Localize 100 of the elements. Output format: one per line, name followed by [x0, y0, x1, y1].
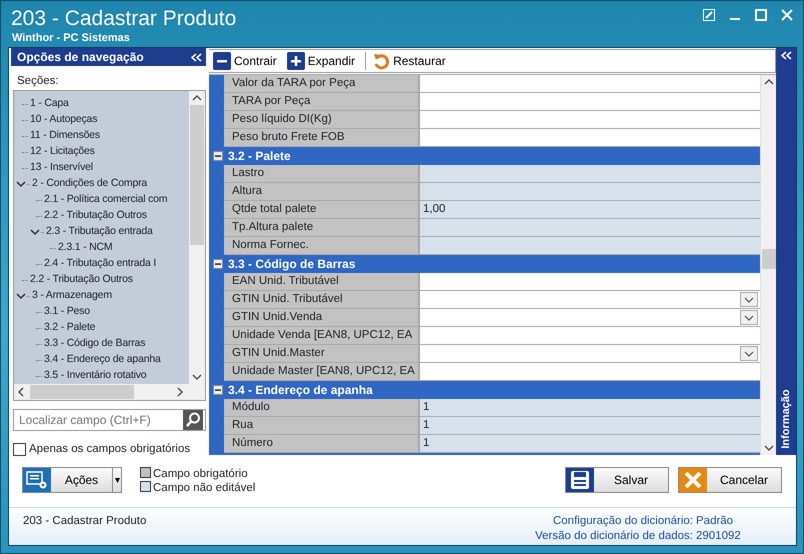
field-label: GTIN Unid.Master	[224, 345, 420, 362]
dropdown-icon[interactable]	[744, 296, 754, 302]
expand-icon	[286, 52, 305, 70]
caret-icon	[114, 478, 120, 482]
info-panel[interactable]: Informação	[776, 48, 796, 455]
tree-item[interactable]: 3.2 - Palete	[44, 320, 96, 336]
field-value[interactable]	[420, 165, 760, 182]
expanded-icon[interactable]	[16, 292, 26, 300]
field-value[interactable]	[420, 75, 760, 92]
legend-label: Campo não editável	[153, 482, 256, 494]
maximize-icon[interactable]	[755, 9, 767, 21]
cancel-button[interactable]: Cancelar	[678, 467, 782, 493]
tree-item[interactable]: 12 - Licitações	[30, 144, 95, 160]
field-value[interactable]	[420, 309, 760, 326]
expand-button[interactable]: Expandir	[286, 52, 360, 70]
scrollbar-thumb[interactable]	[762, 249, 776, 269]
field-label: Unidade Master [EAN8, UPC12, EA	[224, 363, 420, 380]
window-title: 203 - Cadastrar Produto	[10, 6, 236, 31]
field-label: Norma Fornec.	[224, 237, 420, 254]
expanded-icon[interactable]	[30, 228, 40, 236]
field-label: Qtde total palete	[224, 201, 420, 218]
field-value[interactable]	[420, 237, 760, 254]
section-header[interactable]: 3.2 - Palete	[228, 146, 291, 164]
collapse-button[interactable]: Contrair	[213, 52, 281, 70]
tree-item[interactable]: 11 - Dimensões	[30, 128, 100, 144]
field-value[interactable]	[420, 363, 760, 380]
collapse-icon	[213, 52, 231, 70]
field-value[interactable]	[420, 129, 760, 146]
field-label: Peso bruto Frete FOB	[224, 129, 420, 146]
field-label: Rua	[224, 417, 420, 434]
field-label: EAN Unid. Tributável	[224, 273, 420, 290]
sections-label: Seções:	[17, 75, 60, 88]
section-header[interactable]: 3.3 - Código de Barras	[228, 254, 356, 272]
close-icon[interactable]	[781, 9, 793, 21]
field-value[interactable]: 1	[420, 399, 760, 416]
tree-item[interactable]: 2.2 - Tributação Outros	[30, 272, 133, 288]
tree-item[interactable]: 3.3 - Código de Barras	[44, 336, 146, 352]
undo-icon	[372, 52, 390, 70]
field-value[interactable]	[420, 219, 760, 236]
field-value[interactable]	[420, 273, 760, 290]
field-value[interactable]	[420, 111, 760, 128]
dropdown-icon[interactable]	[744, 350, 754, 356]
status-value: Padrão	[696, 514, 734, 529]
tree-item[interactable]: 2.1 - Política comercial com	[44, 192, 168, 208]
field-label: Valor da TARA por Peça	[224, 75, 420, 92]
status-value: 2901092	[696, 529, 742, 544]
field-label: Peso líquido DI(Kg)	[224, 111, 420, 128]
field-label: Módulo	[224, 399, 420, 416]
scrollbar-thumb[interactable]	[30, 385, 134, 399]
tree-item[interactable]: 3 - Armazenagem	[32, 288, 112, 304]
info-panel-title: Informação	[779, 388, 793, 451]
field-label: GTIN Unid.Venda	[224, 309, 420, 326]
tree-item[interactable]: 3.1 - Peso	[44, 304, 90, 320]
legend-label: Campo obrigatório	[153, 468, 248, 480]
collapse-icon[interactable]	[213, 384, 223, 394]
tree-item[interactable]: 10 - Autopeças	[30, 112, 98, 128]
collapse-icon[interactable]	[213, 258, 223, 268]
settings-list-icon	[26, 470, 48, 490]
field-label: Número	[224, 435, 420, 452]
tree-item[interactable]: 1 - Capa	[30, 96, 69, 112]
save-button[interactable]: Salvar	[565, 467, 669, 493]
tree-item[interactable]: 2 - Condições de Compra	[32, 176, 148, 192]
search-field[interactable]: Localizar campo (Ctrl+F)	[13, 409, 206, 431]
field-value[interactable]: 1	[420, 435, 760, 452]
tree-item[interactable]: 2.4 - Tributação entrada I	[44, 256, 156, 272]
checkbox-label: Apenas os campos obrigatórios	[29, 442, 190, 457]
collapse-icon[interactable]	[213, 150, 223, 160]
field-value[interactable]: 1,00	[420, 201, 760, 218]
field-value[interactable]	[420, 291, 760, 308]
window-subtitle: Winthor - PC Sistemas	[11, 31, 131, 45]
field-value[interactable]	[420, 183, 760, 200]
checkbox[interactable]	[13, 443, 26, 456]
dropdown-icon[interactable]	[744, 314, 754, 320]
status-text: 203 - Cadastrar Produto	[23, 514, 146, 529]
field-label: GTIN Unid. Tributável	[224, 291, 420, 308]
tree-item[interactable]: 2.2 - Tributação Outros	[44, 208, 147, 224]
close-icon	[682, 469, 704, 491]
tree-item[interactable]: 13 - Inservível	[30, 160, 93, 176]
edit-icon[interactable]	[703, 9, 715, 21]
status-label: Versão do dicionário de dados:	[535, 529, 693, 544]
section-header[interactable]: 3.4 - Endereço de apanha	[228, 380, 373, 398]
field-value[interactable]	[420, 93, 760, 110]
expanded-icon[interactable]	[16, 180, 26, 188]
field-label: Unidade Venda [EAN8, UPC12, EA	[224, 327, 420, 344]
field-label: Tp.Altura palete	[224, 219, 420, 236]
actions-button[interactable]: Ações	[22, 467, 122, 493]
tree-item[interactable]: 2.3 - Tributação entrada	[46, 224, 153, 240]
navigation-title: Opções de navegação	[17, 49, 144, 66]
field-label: Altura	[224, 183, 420, 200]
expand-icon[interactable]	[780, 51, 792, 60]
field-value[interactable]	[420, 327, 760, 344]
field-value[interactable]: 1	[420, 417, 760, 434]
field-label: TARA por Peça	[224, 93, 420, 110]
search-icon[interactable]	[183, 410, 203, 430]
field-value[interactable]	[420, 345, 760, 362]
tree-item[interactable]: 3.5 - Inventário rotativo	[44, 368, 146, 384]
tree-item[interactable]: 2.3.1 - NCM	[58, 240, 112, 256]
scrollbar-thumb[interactable]	[190, 105, 204, 245]
restore-button[interactable]: Restaurar	[372, 52, 450, 70]
tree-item[interactable]: 3.4 - Endereço de apanha	[44, 352, 161, 368]
